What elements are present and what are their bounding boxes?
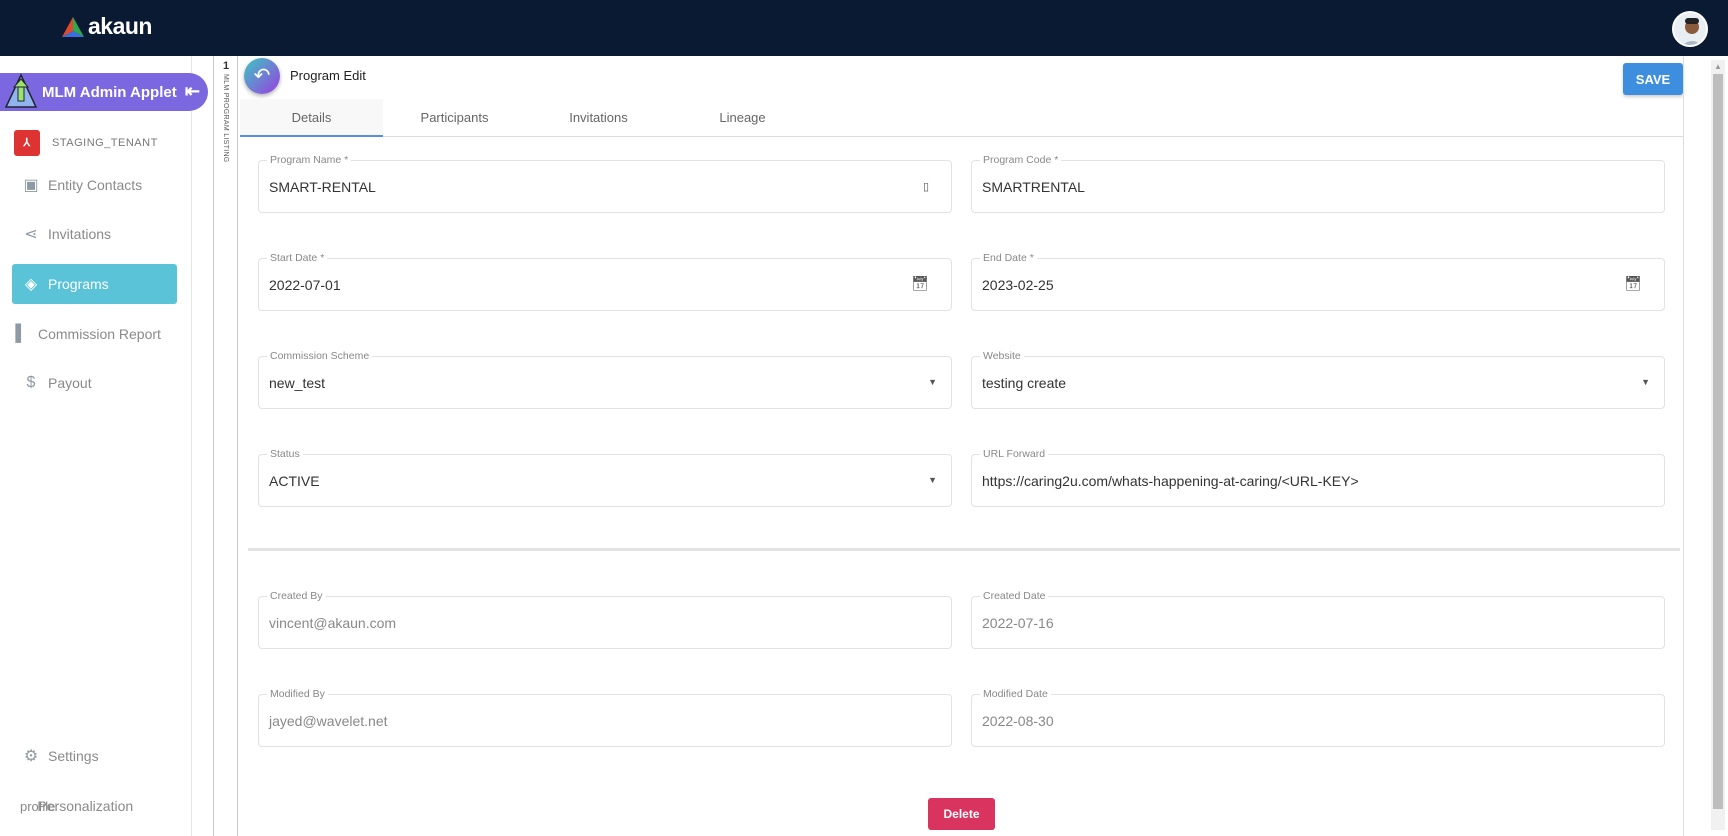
field-value: 2022-07-01: [269, 277, 341, 293]
save-button[interactable]: SAVE: [1623, 63, 1683, 95]
sidebar-item-commission-report[interactable]: ▌ Commission Report: [12, 314, 177, 354]
akaun-logo[interactable]: akaun: [62, 13, 152, 40]
back-button[interactable]: ↶: [244, 58, 280, 94]
end-date-field[interactable]: End Date * 2023-02-25 📅︎: [971, 252, 1665, 311]
field-label: Modified Date: [980, 688, 1051, 700]
program-edit-panel: ↶ Program Edit SAVE Details Participants…: [238, 56, 1684, 836]
start-date-field[interactable]: Start Date * 2022-07-01 📅︎: [258, 252, 952, 311]
field-value: new_test: [269, 375, 326, 391]
website-select[interactable]: Website testing create ▼: [971, 350, 1665, 409]
field-value: 2023-02-25: [982, 277, 1054, 293]
applet-selector[interactable]: MLM Admin Applet ⇤: [0, 73, 208, 111]
field-label: Program Code *: [980, 154, 1062, 166]
applet-name: MLM Admin Applet: [42, 83, 177, 101]
sidebar-item-label: Personalization: [37, 798, 134, 814]
modified-date-field: Modified Date 2022-08-30: [971, 688, 1665, 747]
section-divider: [248, 548, 1680, 551]
field-value: SMARTRENTAL: [982, 179, 1085, 195]
share-icon: ⋖: [24, 226, 38, 243]
field-value: jayed@wavelet.net: [269, 713, 388, 729]
gear-icon: ⚙: [23, 748, 39, 765]
dollar-icon: $: [26, 374, 36, 391]
field-value: https://caring2u.com/whats-happening-at-…: [982, 473, 1359, 489]
pyramid-icon: [2, 71, 40, 115]
field-value: SMART-RENTAL: [269, 179, 376, 195]
sidebar-item-payout[interactable]: $ Payout: [12, 363, 177, 403]
status-select[interactable]: Status ACTIVE ▼: [258, 448, 952, 507]
field-label: URL Forward: [980, 448, 1049, 460]
breadcrumb-program-listing[interactable]: MLM PROGRAM LISTING: [222, 74, 229, 163]
field-value: ACTIVE: [269, 473, 320, 489]
top-bar: akaun: [0, 0, 1728, 56]
modified-by-field: Modified By jayed@wavelet.net: [258, 688, 952, 747]
sidebar-item-label: Settings: [48, 748, 99, 764]
report-icon: ▌: [15, 325, 27, 342]
contact-card-icon: ▣: [23, 177, 39, 194]
field-value: testing create: [982, 375, 1067, 391]
exit-icon[interactable]: ⇤: [185, 81, 200, 102]
field-label: Created By: [267, 590, 326, 602]
program-code-field[interactable]: Program Code * SMARTRENTAL: [971, 154, 1665, 213]
delete-button[interactable]: Delete: [928, 798, 995, 830]
tenant-logo-icon: ⅄: [14, 130, 40, 156]
avatar-image-icon: [1682, 18, 1702, 45]
tab-invitations[interactable]: Invitations: [527, 99, 670, 137]
info-icon: ▯: [922, 181, 929, 193]
field-label: Program Name *: [267, 154, 352, 166]
tag-icon: ◈: [24, 276, 38, 293]
page-title: Program Edit: [290, 68, 366, 83]
calendar-icon[interactable]: 📅︎: [911, 275, 929, 292]
sidebar-item-label: Invitations: [48, 226, 112, 242]
tab-bar: Details Participants Invitations Lineage: [240, 99, 1684, 137]
sidebar-item-entity-contacts[interactable]: ▣ Entity Contacts: [12, 165, 177, 205]
field-value: vincent@akaun.com: [269, 615, 397, 631]
breadcrumb-number: 1: [223, 60, 230, 72]
back-arrow-icon: ↶: [253, 65, 271, 87]
sidebar-item-label: Entity Contacts: [48, 177, 143, 193]
scroll-up-icon[interactable]: ▲: [1714, 62, 1722, 71]
logo-text: akaun: [88, 13, 152, 39]
breadcrumb-strip: 1 MLM PROGRAM LISTING: [192, 56, 238, 836]
field-label: Status: [267, 448, 303, 460]
sidebar-item-label: Payout: [48, 375, 92, 391]
scrollbar[interactable]: ▲: [1711, 60, 1725, 830]
scrollbar-thumb[interactable]: [1713, 74, 1723, 809]
field-label: Website: [980, 350, 1024, 362]
field-label: Modified By: [267, 688, 328, 700]
field-label: Created Date: [980, 590, 1049, 602]
field-label: Start Date *: [267, 252, 328, 264]
tab-participants[interactable]: Participants: [383, 99, 526, 137]
sidebar-item-programs[interactable]: ◈ Programs: [12, 264, 177, 304]
program-name-field[interactable]: Program Name * SMART-RENTAL ▯: [258, 154, 952, 213]
logo-triangle-icon: [62, 16, 84, 37]
sidebar-item-personalization[interactable]: profile Personalization: [12, 786, 177, 826]
dropdown-caret-icon: ▼: [928, 377, 937, 387]
sidebar-item-label: Commission Report: [38, 326, 161, 342]
url-forward-field[interactable]: URL Forward https://caring2u.com/whats-ha…: [971, 448, 1665, 507]
tenant-selector[interactable]: ⅄ STAGING_TENANT: [14, 130, 158, 156]
sidebar: MLM Admin Applet ⇤ ⅄ STAGING_TENANT ▣ Ent…: [0, 56, 208, 836]
commission-scheme-select[interactable]: Commission Scheme new_test ▼: [258, 350, 952, 409]
calendar-icon[interactable]: 📅︎: [1624, 275, 1642, 292]
sidebar-item-invitations[interactable]: ⋖ Invitations: [12, 214, 177, 254]
tab-lineage[interactable]: Lineage: [671, 99, 814, 137]
field-value: 2022-07-16: [982, 615, 1054, 631]
tenant-name: STAGING_TENANT: [52, 137, 158, 149]
field-label: End Date *: [980, 252, 1037, 264]
panel-border: [1683, 56, 1684, 836]
sidebar-item-label: Programs: [48, 276, 109, 292]
created-by-field: Created By vincent@akaun.com: [258, 590, 952, 649]
user-avatar[interactable]: [1672, 11, 1708, 47]
tab-details[interactable]: Details: [240, 99, 383, 137]
field-value: 2022-08-30: [982, 713, 1054, 729]
divider: [213, 56, 214, 836]
dropdown-caret-icon: ▼: [1641, 377, 1650, 387]
sidebar-item-settings[interactable]: ⚙ Settings: [12, 736, 177, 776]
dropdown-caret-icon: ▼: [928, 475, 937, 485]
created-date-field: Created Date 2022-07-16: [971, 590, 1665, 649]
field-label: Commission Scheme: [267, 350, 373, 362]
